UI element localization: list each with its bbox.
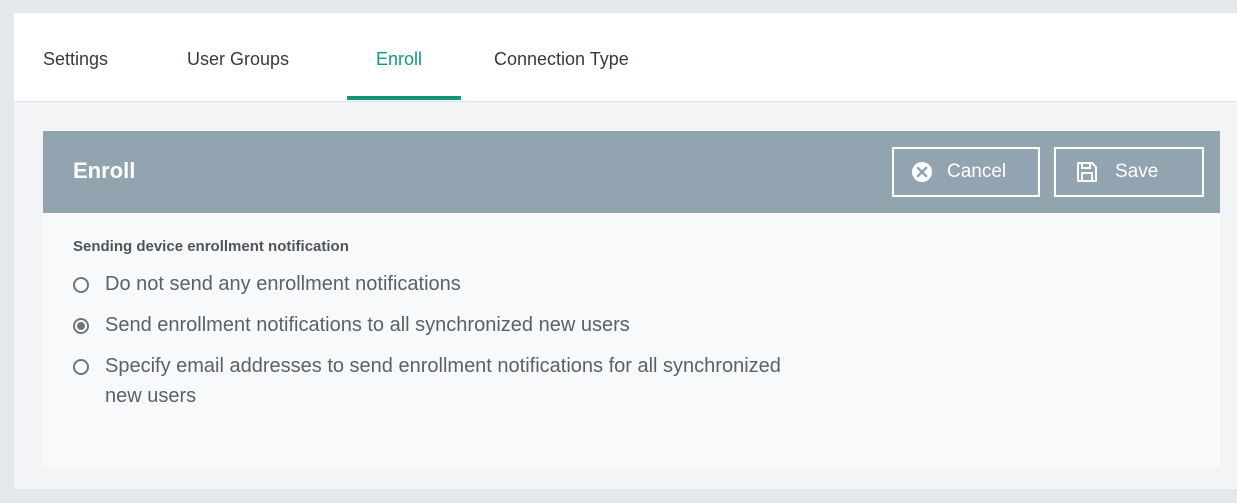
tab-enroll[interactable]: Enroll xyxy=(376,13,422,101)
panel-header: Enroll Cancel Save xyxy=(43,131,1220,213)
option-specify-emails-label: Specify email addresses to send enrollme… xyxy=(105,355,781,407)
tab-user-groups[interactable]: User Groups xyxy=(187,13,289,101)
option-all-new-users[interactable]: Send enrollment notifications to all syn… xyxy=(73,314,630,340)
radio-no-notifications[interactable] xyxy=(73,277,89,293)
panel-title: Enroll xyxy=(73,158,136,183)
radio-specify-emails[interactable] xyxy=(73,359,89,375)
option-no-notifications[interactable]: Do not send any enrollment notifications xyxy=(73,273,461,299)
active-tab-indicator xyxy=(347,96,461,100)
tab-bar: Settings User Groups Enroll Connection T… xyxy=(14,13,1237,102)
save-button-label: Save xyxy=(1115,161,1159,182)
tab-settings[interactable]: Settings xyxy=(43,13,108,101)
option-all-new-users-label: Send enrollment notifications to all syn… xyxy=(105,314,630,336)
tab-connection-type[interactable]: Connection Type xyxy=(494,13,629,101)
x-circle-icon xyxy=(911,161,933,183)
enroll-settings-frame: Settings User Groups Enroll Connection T… xyxy=(14,13,1237,489)
radio-all-new-users[interactable] xyxy=(73,318,89,334)
enroll-panel: Enroll Cancel Save Sending device enroll… xyxy=(43,131,1220,467)
save-button[interactable]: Save xyxy=(1054,147,1204,197)
floppy-disk-icon xyxy=(1076,161,1098,183)
option-no-notifications-label: Do not send any enrollment notifications xyxy=(105,273,461,295)
cancel-button[interactable]: Cancel xyxy=(892,147,1040,197)
cancel-button-label: Cancel xyxy=(947,161,1007,182)
option-specify-emails[interactable]: Specify email addresses to send enrollme… xyxy=(73,355,793,411)
notification-section-label: Sending device enrollment notification xyxy=(73,238,349,255)
